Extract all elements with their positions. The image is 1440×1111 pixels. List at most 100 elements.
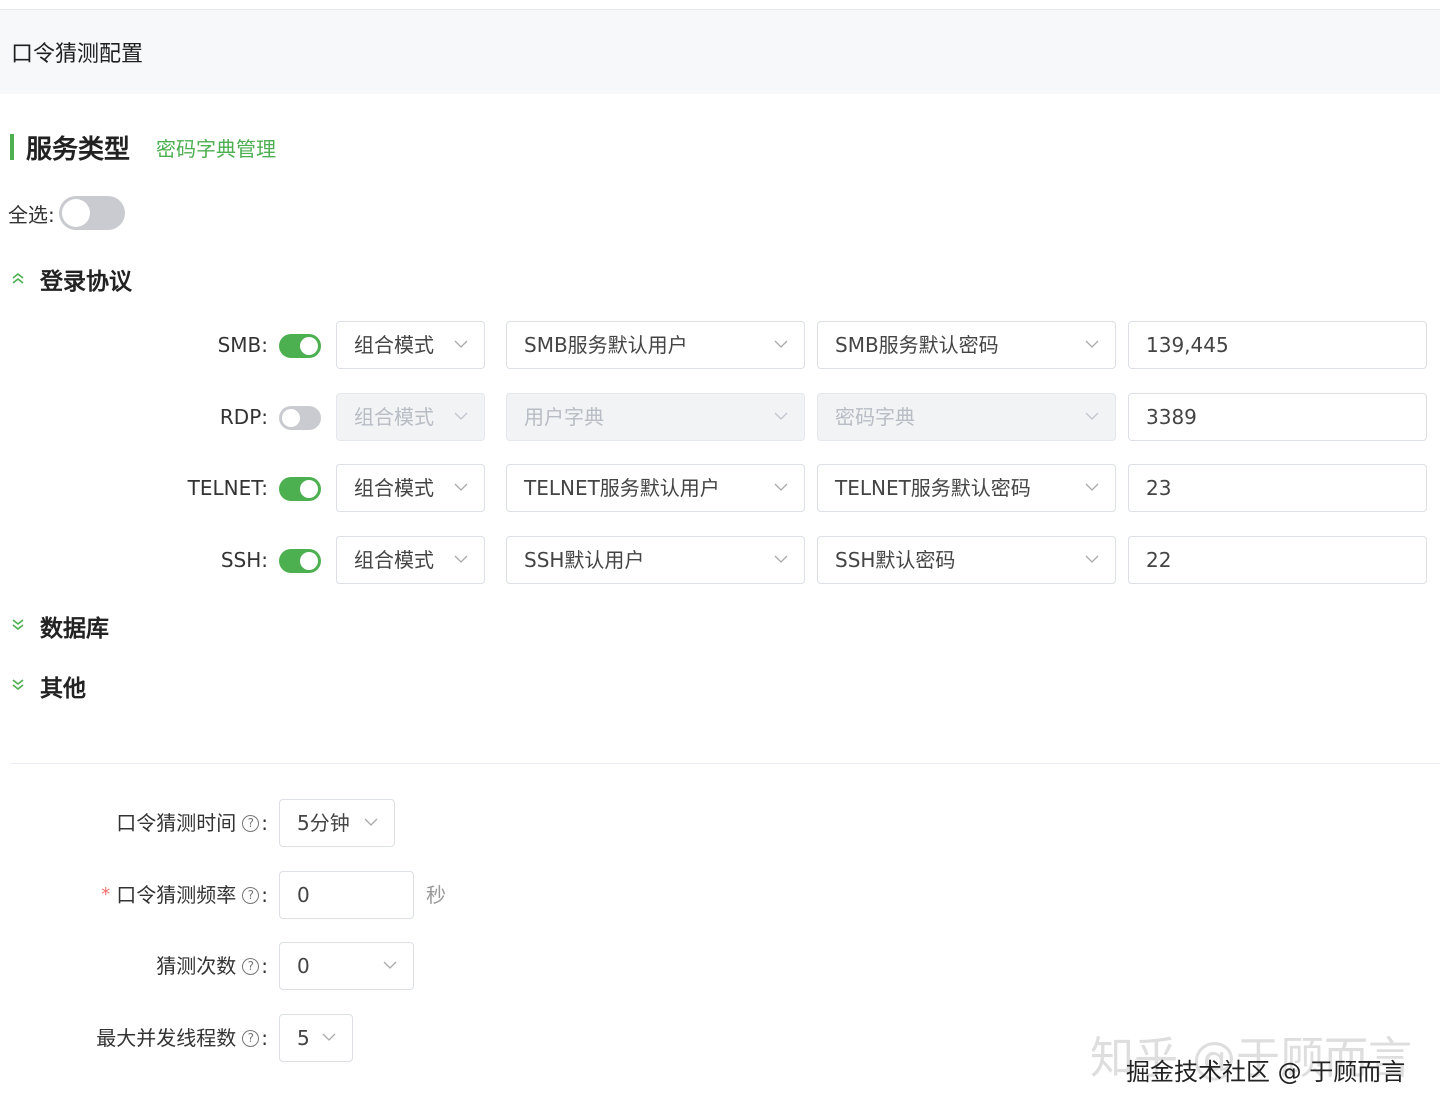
user-dict-select[interactable]: SSH默认用户 bbox=[506, 536, 805, 584]
pass-dict-select: 密码字典 bbox=[817, 393, 1116, 441]
label-colon: : bbox=[261, 883, 268, 907]
help-icon[interactable]: ? bbox=[242, 814, 260, 832]
switch-knob bbox=[300, 552, 318, 570]
chevron-down-double-icon bbox=[10, 617, 26, 636]
chevron-down-icon bbox=[454, 555, 468, 563]
select-value: 组合模式 bbox=[354, 476, 434, 500]
chevron-down-icon bbox=[774, 555, 788, 563]
telnet-enable-switch[interactable] bbox=[279, 477, 321, 501]
input-value: 0 bbox=[297, 883, 310, 907]
guess-time-select[interactable]: 5分钟 bbox=[279, 799, 395, 847]
ports-input[interactable]: 22 bbox=[1128, 536, 1427, 584]
help-icon[interactable]: ? bbox=[242, 1029, 260, 1047]
pass-dict-select[interactable]: SMB服务默认密码 bbox=[817, 321, 1116, 369]
label-text: 最大并发线程数 bbox=[96, 1026, 237, 1050]
select-value: SMB服务默认密码 bbox=[835, 333, 999, 357]
section-accent-bar bbox=[10, 134, 14, 160]
select-value: SMB服务默认用户 bbox=[524, 333, 688, 357]
protocol-row-rdp: RDP: 组合模式 用户字典 密码字典 3389 bbox=[0, 393, 1440, 441]
chevron-down-double-icon bbox=[10, 677, 26, 696]
protocol-label: SMB: bbox=[217, 333, 268, 357]
select-value: 5分钟 bbox=[297, 811, 350, 835]
chevron-down-icon bbox=[1085, 412, 1099, 420]
label-colon: : bbox=[261, 954, 268, 978]
input-value: 139,445 bbox=[1146, 333, 1229, 357]
select-all-switch[interactable] bbox=[58, 196, 125, 230]
password-dictionary-link[interactable]: 密码字典管理 bbox=[156, 133, 276, 162]
mode-select[interactable]: 组合模式 bbox=[336, 536, 485, 584]
chevron-down-icon bbox=[1085, 483, 1099, 491]
chevron-down-icon bbox=[322, 1033, 336, 1041]
chevron-down-icon bbox=[774, 412, 788, 420]
protocol-label: TELNET: bbox=[187, 476, 268, 500]
select-value: TELNET服务默认用户 bbox=[524, 476, 720, 500]
switch-knob bbox=[300, 337, 318, 355]
help-icon[interactable]: ? bbox=[242, 957, 260, 975]
section-header: 服务类型 密码字典管理 bbox=[10, 130, 276, 165]
select-value: 组合模式 bbox=[354, 333, 434, 357]
watermark-juejin: 掘金技术社区 @ 于顾而言 bbox=[1126, 1058, 1406, 1086]
protocol-row-smb: SMB: 组合模式 SMB服务默认用户 SMB服务默认密码 139,445 bbox=[0, 321, 1440, 369]
group-title: 登录协议 bbox=[40, 269, 132, 295]
ports-input[interactable]: 139,445 bbox=[1128, 321, 1427, 369]
mode-select[interactable]: 组合模式 bbox=[336, 464, 485, 512]
label-text: 猜测次数 bbox=[156, 954, 237, 978]
chevron-down-icon bbox=[454, 340, 468, 348]
select-value: 5 bbox=[297, 1026, 310, 1050]
pass-dict-select[interactable]: SSH默认密码 bbox=[817, 536, 1116, 584]
select-value: 用户字典 bbox=[524, 405, 604, 429]
guess-frequency-label: * 口令猜测频率 ? : bbox=[101, 871, 268, 919]
user-dict-select: 用户字典 bbox=[506, 393, 805, 441]
chevron-up-double-icon bbox=[10, 270, 26, 289]
group-title: 其他 bbox=[40, 676, 86, 702]
switch-knob bbox=[61, 199, 90, 227]
guess-time-label: 口令猜测时间 ? : bbox=[116, 799, 268, 847]
chevron-down-icon bbox=[1085, 340, 1099, 348]
select-value: TELNET服务默认密码 bbox=[835, 476, 1031, 500]
page-title: 口令猜测配置 bbox=[11, 42, 144, 67]
protocol-label: SSH: bbox=[220, 548, 268, 572]
rdp-enable-switch[interactable] bbox=[279, 406, 321, 430]
guess-count-select[interactable]: 0 bbox=[279, 942, 414, 990]
user-dict-select[interactable]: SMB服务默认用户 bbox=[506, 321, 805, 369]
chevron-down-icon bbox=[1085, 555, 1099, 563]
chevron-down-icon bbox=[774, 340, 788, 348]
guess-frequency-input[interactable]: 0 bbox=[279, 871, 414, 919]
select-value: 组合模式 bbox=[354, 405, 434, 429]
protocol-label: RDP: bbox=[219, 405, 268, 429]
form-row-guess-count: 猜测次数 ? : 0 bbox=[0, 942, 1440, 990]
group-other[interactable]: 其他 bbox=[10, 671, 86, 702]
unit-label: 秒 bbox=[426, 883, 446, 907]
group-title: 数据库 bbox=[40, 616, 109, 642]
user-dict-select[interactable]: TELNET服务默认用户 bbox=[506, 464, 805, 512]
divider bbox=[10, 763, 1440, 764]
protocol-row-telnet: TELNET: 组合模式 TELNET服务默认用户 TELNET服务默认密码 2… bbox=[0, 464, 1440, 512]
select-value: SSH默认用户 bbox=[524, 548, 645, 572]
page-header: 口令猜测配置 bbox=[0, 10, 1440, 94]
label-text: 口令猜测时间 bbox=[116, 811, 237, 835]
chevron-down-icon bbox=[454, 483, 468, 491]
switch-knob bbox=[282, 409, 300, 427]
label-colon: : bbox=[261, 811, 268, 835]
switch-knob bbox=[300, 480, 318, 498]
mode-select: 组合模式 bbox=[336, 393, 485, 441]
ports-input[interactable]: 3389 bbox=[1128, 393, 1427, 441]
help-icon[interactable]: ? bbox=[242, 886, 260, 904]
chevron-down-icon bbox=[364, 818, 378, 826]
protocol-row-ssh: SSH: 组合模式 SSH默认用户 SSH默认密码 22 bbox=[0, 536, 1440, 584]
input-value: 23 bbox=[1146, 476, 1172, 500]
label-text: 口令猜测频率 bbox=[116, 883, 237, 907]
pass-dict-select[interactable]: TELNET服务默认密码 bbox=[817, 464, 1116, 512]
section-title: 服务类型 bbox=[26, 134, 131, 165]
max-threads-select[interactable]: 5 bbox=[279, 1014, 353, 1062]
ports-input[interactable]: 23 bbox=[1128, 464, 1427, 512]
select-all-label: 全选: bbox=[8, 202, 55, 227]
select-value: 0 bbox=[297, 954, 310, 978]
mode-select[interactable]: 组合模式 bbox=[336, 321, 485, 369]
form-row-guess-time: 口令猜测时间 ? : 5分钟 bbox=[0, 799, 1440, 847]
input-value: 3389 bbox=[1146, 405, 1197, 429]
ssh-enable-switch[interactable] bbox=[279, 549, 321, 573]
smb-enable-switch[interactable] bbox=[279, 334, 321, 358]
group-login-protocol[interactable]: 登录协议 bbox=[10, 264, 132, 295]
group-database[interactable]: 数据库 bbox=[10, 611, 109, 642]
